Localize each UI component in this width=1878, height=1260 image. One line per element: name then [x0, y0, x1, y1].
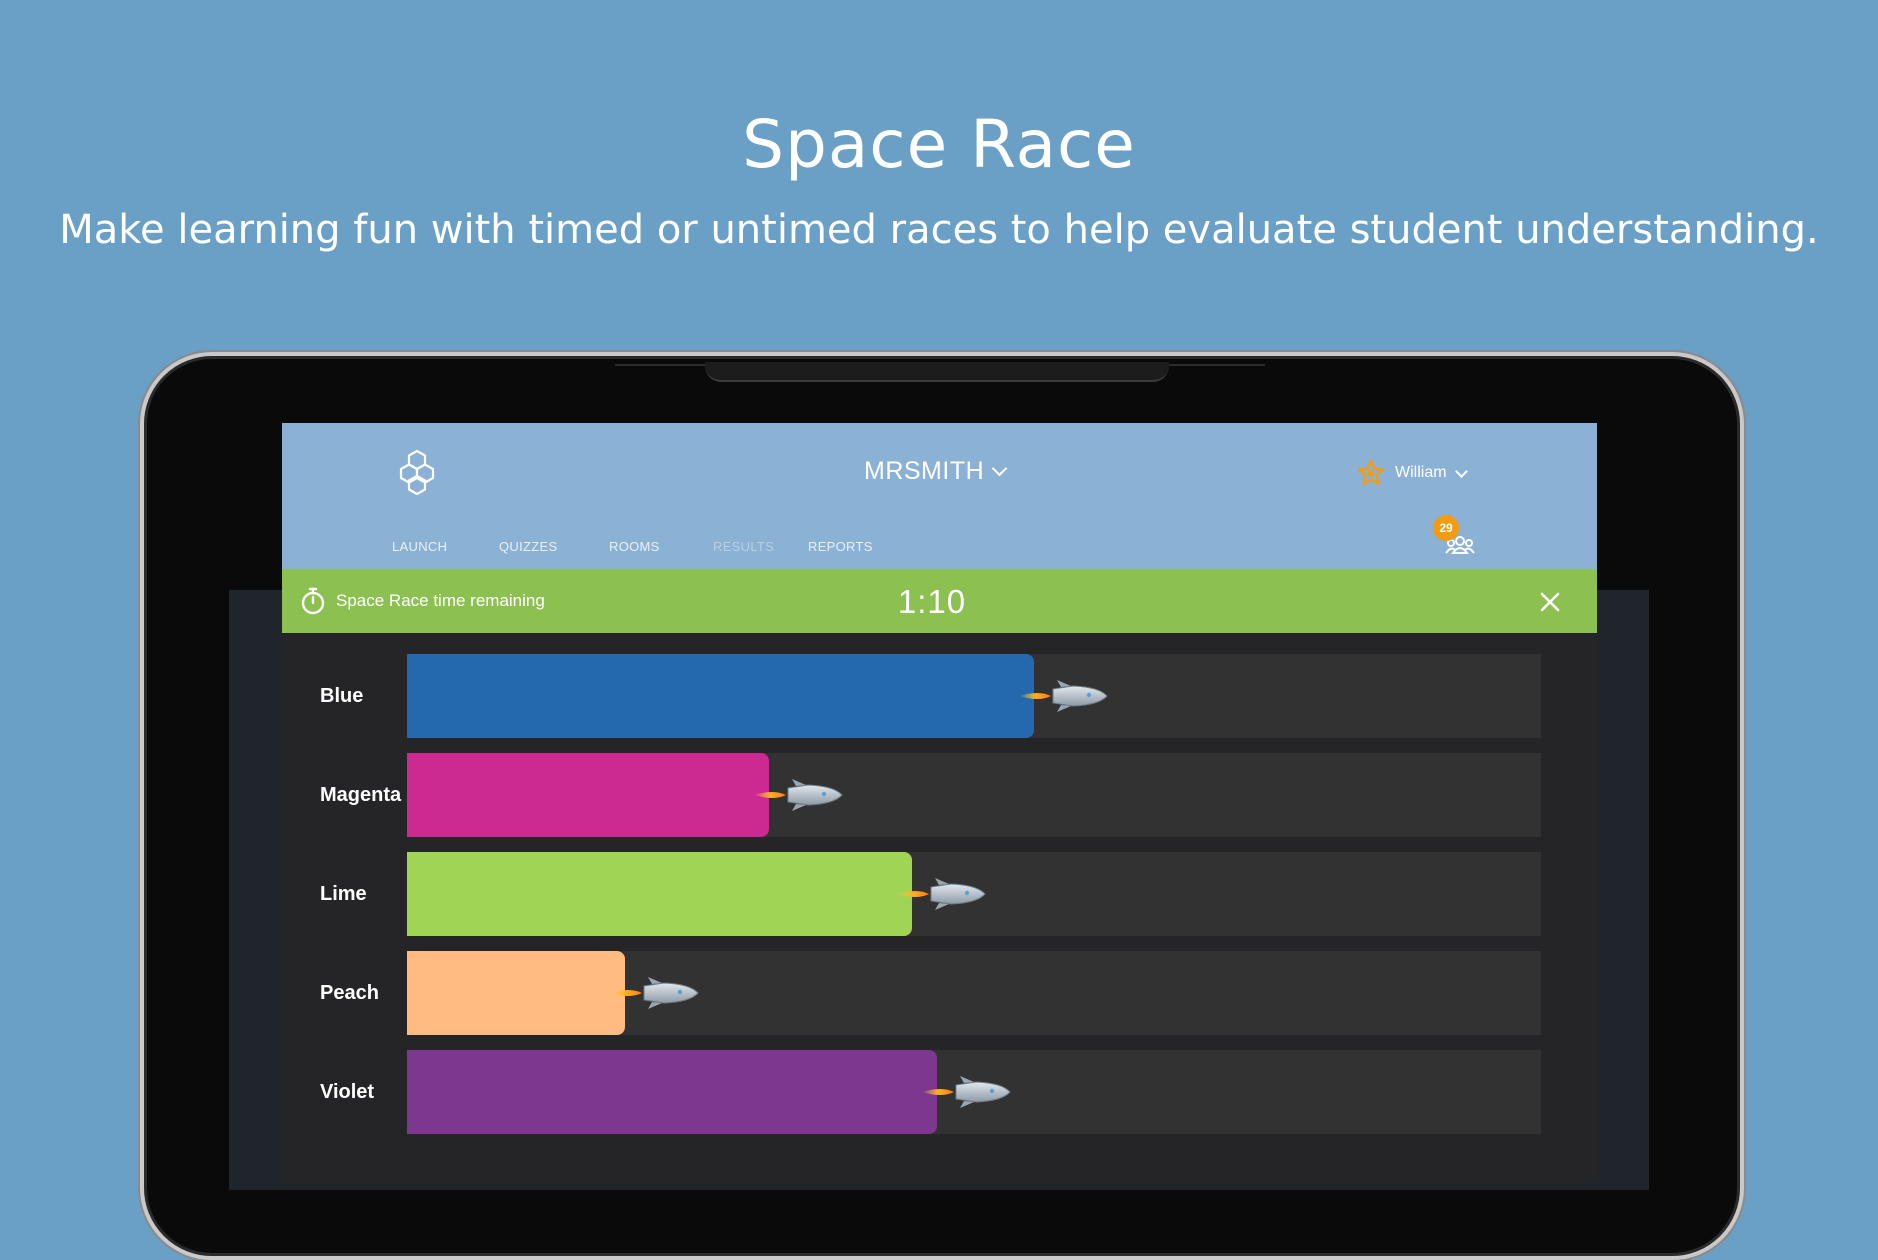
timer-value: 1:10 [897, 583, 967, 620]
team-label: Magenta [320, 784, 402, 806]
hero-title: Space Race [742, 106, 1136, 183]
hexagon-logo-icon[interactable] [397, 449, 437, 495]
close-icon[interactable] [1539, 591, 1561, 613]
nav-results[interactable]: RESULTS [713, 539, 774, 554]
progress-bar [407, 654, 1034, 738]
star-icon [1357, 459, 1385, 486]
chevron-down-icon [991, 460, 1008, 477]
nav-reports[interactable]: REPORTS [808, 539, 873, 554]
chevron-down-icon [1454, 464, 1468, 478]
nav-launch[interactable]: LAUNCH [392, 539, 447, 554]
race-track [407, 852, 1541, 936]
team-label: Blue [320, 685, 364, 707]
stopwatch-icon [301, 587, 325, 615]
rocket-icon [610, 977, 699, 1009]
main-nav: LAUNCH QUIZZES ROOMS RESULTS REPORTS [282, 539, 1597, 559]
progress-bar [407, 951, 625, 1035]
nav-rooms[interactable]: ROOMS [609, 539, 660, 554]
race-track [407, 951, 1541, 1035]
app-header: MRSMITH William LAUNCH QUIZZES ROOMS RES… [282, 423, 1597, 569]
student-count-badge: 29 [1433, 515, 1459, 541]
camera-notch [705, 362, 1169, 382]
timer-label: Space Race time remaining [336, 591, 545, 610]
race-track [407, 1050, 1541, 1134]
race-area: Blue Magenta Lime Peach Violet [282, 633, 1597, 1183]
user-menu[interactable]: William [1357, 459, 1468, 487]
room-name-label: MRSMITH [864, 457, 985, 485]
rocket-icon [754, 779, 843, 811]
progress-bar [407, 1050, 937, 1134]
team-label: Lime [320, 883, 367, 905]
race-track [407, 753, 1541, 837]
rocket-icon [897, 878, 986, 910]
timer-bar: Space Race time remaining 1:10 [282, 569, 1597, 633]
progress-bar [407, 753, 769, 837]
user-name: William [1395, 464, 1447, 481]
rocket-icon [1019, 680, 1108, 712]
race-track [407, 654, 1541, 738]
progress-bar [407, 852, 912, 936]
rocket-icon [922, 1076, 1011, 1108]
team-label: Violet [320, 1081, 375, 1103]
hero-subtitle: Make learning fun with timed or untimed … [59, 207, 1819, 253]
team-label: Peach [320, 982, 379, 1004]
app-screen: MRSMITH William LAUNCH QUIZZES ROOMS RES… [282, 423, 1597, 1183]
room-selector[interactable]: MRSMITH [864, 457, 1008, 486]
nav-quizzes[interactable]: QUIZZES [499, 539, 557, 554]
